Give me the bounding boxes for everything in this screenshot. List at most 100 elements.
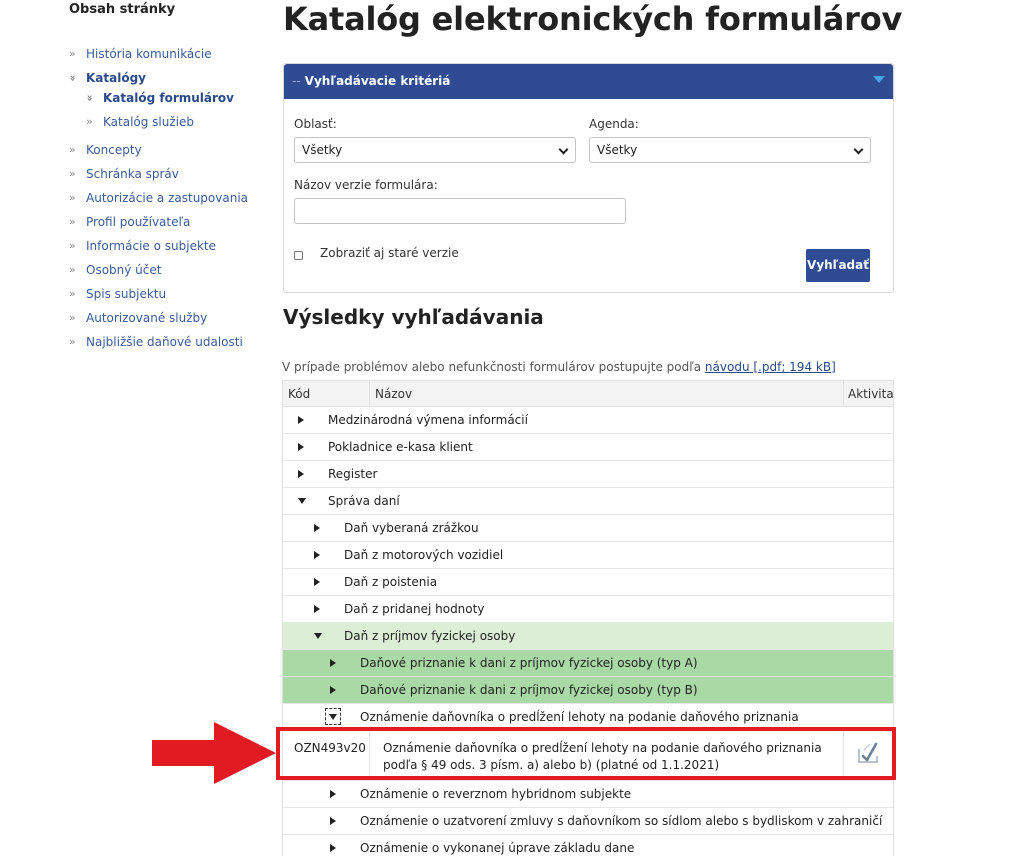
sidebar-item-label: Osobný účet <box>86 263 162 277</box>
expand-icon[interactable] <box>330 659 336 667</box>
chevron-right-icon: » <box>69 167 76 180</box>
tree-row[interactable]: Oznámenie o uzatvorení zmluvy s daňovník… <box>283 808 893 835</box>
tree-row-label: Daň z pridanej hodnoty <box>344 602 485 616</box>
tree-row-label: Daň z príjmov fyzickej osoby <box>344 629 516 643</box>
collapse-icon: -- <box>292 74 301 88</box>
chevron-right-icon: » <box>86 115 93 128</box>
search-button[interactable]: Vyhľadať <box>806 249 870 282</box>
red-arrow-icon <box>152 722 276 784</box>
expand-icon[interactable] <box>330 686 336 694</box>
collapse-icon <box>329 714 337 720</box>
tree-row-label: Register <box>328 467 378 481</box>
sidebar-item-autorizacie[interactable]: » Autorizácie a zastupovania <box>69 190 269 214</box>
sidebar-item-katalogy[interactable]: » Katalógy <box>67 70 269 90</box>
tree-row-selected[interactable]: Daň z príjmov fyzickej osoby <box>283 623 893 650</box>
tree-row-label: Daňové priznanie k dani z príjmov fyzick… <box>360 656 698 670</box>
tree-row[interactable]: Daňové priznanie k dani z príjmov fyzick… <box>283 677 893 704</box>
manual-pdf-link[interactable]: návodu [.pdf; 194 kB] <box>705 360 836 374</box>
tree-row-label: Oznámenie o uzatvorení zmluvy s daňovník… <box>360 814 883 828</box>
focused-toggle[interactable] <box>325 708 341 725</box>
sidebar-item-label: História komunikácie <box>86 47 212 61</box>
column-header-activity: Aktivita <box>848 387 894 401</box>
chevron-right-icon: » <box>69 47 76 60</box>
tree-row[interactable]: Správa daní <box>283 488 893 515</box>
sidebar-item-profil[interactable]: » Profil používateľa <box>69 214 269 238</box>
chevron-down-icon <box>558 144 569 155</box>
chevron-right-icon: » <box>69 215 76 228</box>
agenda-label: Agenda: <box>589 117 639 131</box>
table-header: Kód Názov Aktivita <box>283 380 894 407</box>
chevron-right-icon: » <box>69 287 76 300</box>
expand-icon[interactable] <box>330 817 336 825</box>
agenda-select[interactable]: Všetky <box>589 137 871 163</box>
tree-row-label: Daň z poistenia <box>344 575 438 589</box>
sidebar-item-spis[interactable]: » Spis subjektu <box>69 286 269 310</box>
sidebar-item-katalog-formularov[interactable]: » Katalóg formulárov <box>69 90 269 114</box>
collapse-icon[interactable] <box>298 498 306 504</box>
tree-row-label: Oznámenie daňovníka o predĺžení lehoty n… <box>360 710 799 724</box>
search-panel-header[interactable]: -- Vyhľadávacie kritériá <box>284 64 893 99</box>
highlight-box <box>276 727 896 780</box>
sidebar-item-udalosti[interactable]: » Najbližšie daňové udalosti <box>69 334 269 358</box>
sidebar-item-label: Informácie o subjekte <box>86 239 216 253</box>
tree-row[interactable]: Register <box>283 461 893 488</box>
sidebar-nav: » História komunikácie » Katalógy » Katalóg… <box>67 46 269 358</box>
tree-row[interactable]: Oznámenie o vykonanej úprave základu dan… <box>283 835 893 856</box>
oblast-select-value: Všetky <box>302 143 343 157</box>
tree-row-label: Daň z motorových vozidiel <box>344 548 504 562</box>
sidebar-item-historia[interactable]: » História komunikácie <box>69 46 269 70</box>
expand-icon[interactable] <box>314 524 320 532</box>
expand-icon[interactable] <box>330 844 336 852</box>
sidebar-item-schranka[interactable]: » Schránka správ <box>69 166 269 190</box>
chevron-down-icon[interactable] <box>873 76 885 83</box>
tree-row[interactable]: Daň z poistenia <box>283 569 893 596</box>
sidebar-item-label: Spis subjektu <box>86 287 167 301</box>
sidebar-item-label: Katalóg služieb <box>103 115 195 129</box>
column-divider <box>843 381 844 406</box>
column-header-name: Názov <box>375 387 413 401</box>
search-panel-title: Vyhľadávacie kritériá <box>304 74 451 88</box>
sidebar-item-autorizovane[interactable]: » Autorizované služby <box>69 310 269 334</box>
sidebar-item-katalog-sluzieb[interactable]: » Katalóg služieb <box>69 114 269 138</box>
chevron-down-icon: » <box>83 94 97 102</box>
tree-row[interactable]: Daňové priznanie k dani z príjmov fyzick… <box>283 650 893 677</box>
expand-icon[interactable] <box>314 605 320 613</box>
search-panel: -- Vyhľadávacie kritériá Oblasť: Všetky A… <box>283 63 894 293</box>
collapse-icon[interactable] <box>314 633 322 639</box>
tree-row[interactable]: Daň vyberaná zrážkou <box>283 515 893 542</box>
tree-row[interactable]: Daň z pridanej hodnoty <box>283 596 893 623</box>
sidebar-item-koncepty[interactable]: » Koncepty <box>69 142 269 166</box>
chevron-down-icon <box>853 144 864 155</box>
sidebar-item-label: Katalógy <box>86 71 146 85</box>
column-header-code: Kód <box>288 387 311 401</box>
tree-row[interactable]: Daň z motorových vozidiel <box>283 542 893 569</box>
page-title: Katalóg elektronických formulárov <box>283 0 903 38</box>
expand-icon[interactable] <box>314 578 320 586</box>
expand-icon[interactable] <box>314 551 320 559</box>
results-note: V prípade problémov alebo nefunkčnosti f… <box>282 360 836 374</box>
oblast-select[interactable]: Všetky <box>294 137 576 163</box>
tree-row-label: Správa daní <box>328 494 400 508</box>
sidebar-item-label: Koncepty <box>86 143 142 157</box>
chevron-right-icon: » <box>69 143 76 156</box>
expand-icon[interactable] <box>330 790 336 798</box>
old-versions-checkbox[interactable] <box>294 251 303 260</box>
chevron-right-icon: » <box>69 311 76 324</box>
chevron-right-icon: » <box>69 263 76 276</box>
tree-row-label: Medzinárodná výmena informácií <box>328 413 528 427</box>
oblast-label: Oblasť: <box>294 117 337 131</box>
chevron-right-icon: » <box>69 191 76 204</box>
old-versions-label: Zobraziť aj staré verzie <box>320 246 459 260</box>
results-note-text: V prípade problémov alebo nefunkčnosti f… <box>282 360 702 374</box>
nazov-input[interactable] <box>294 198 626 224</box>
sidebar-item-informacie[interactable]: » Informácie o subjekte <box>69 238 269 262</box>
tree-row[interactable]: Medzinárodná výmena informácií <box>283 407 893 434</box>
tree-row[interactable]: Oznámenie o reverznom hybridnom subjekte <box>283 781 893 808</box>
sidebar-item-label: Profil používateľa <box>86 215 191 229</box>
expand-icon[interactable] <box>298 443 304 451</box>
expand-icon[interactable] <box>298 470 304 478</box>
sidebar-item-osobny-ucet[interactable]: » Osobný účet <box>69 262 269 286</box>
sidebar-item-label: Autorizácie a zastupovania <box>86 191 248 205</box>
expand-icon[interactable] <box>298 416 304 424</box>
tree-row[interactable]: Pokladnice e-kasa klient <box>283 434 893 461</box>
